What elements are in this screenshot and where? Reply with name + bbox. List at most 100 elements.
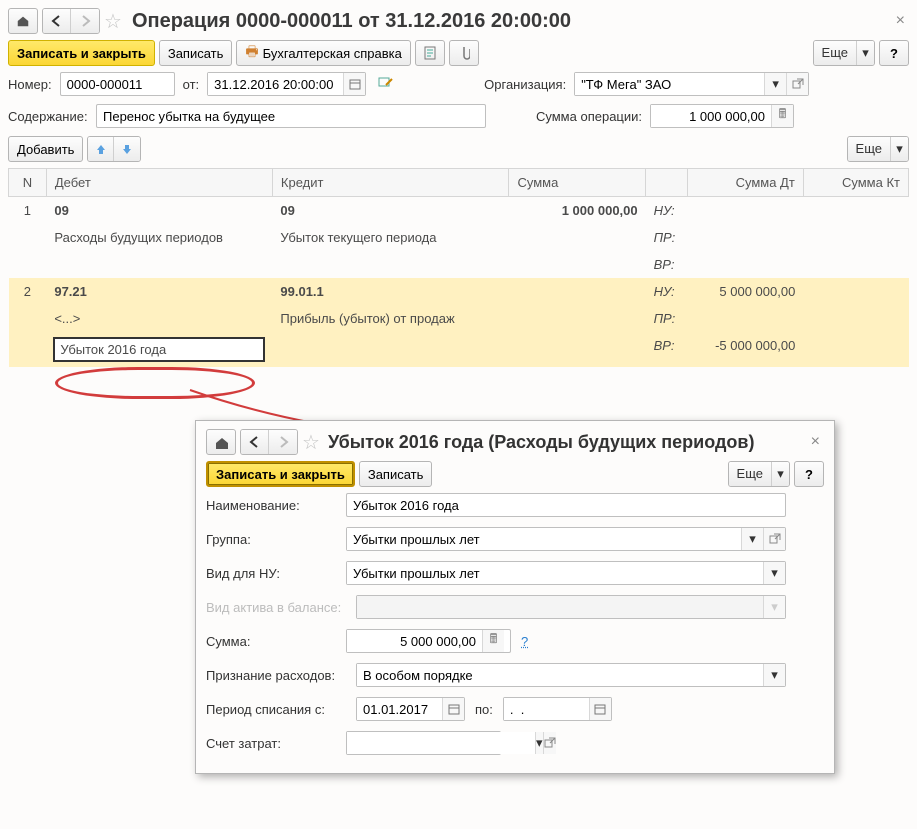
move-down-button[interactable]: [114, 137, 140, 161]
help-button[interactable]: ?: [879, 40, 909, 66]
popup-title: Убыток 2016 года (Расходы будущих период…: [328, 432, 755, 453]
asset-input: [357, 596, 763, 618]
page-title: Операция 0000-000011 от 31.12.2016 20:00…: [132, 10, 571, 33]
nav-forward-button[interactable]: [71, 9, 99, 33]
col-sum[interactable]: Сумма: [509, 169, 646, 197]
recognition-input[interactable]: [357, 664, 763, 686]
op-sum-input[interactable]: [651, 105, 771, 127]
home-icon: [16, 14, 30, 28]
date-to-group: [503, 697, 612, 721]
table-row[interactable]: Расходы будущих периодов Убыток текущего…: [9, 224, 909, 251]
org-dropdown-button[interactable]: ▾: [764, 73, 786, 95]
col-credit[interactable]: Кредит: [272, 169, 509, 197]
arrow-right-icon: [78, 15, 92, 27]
account-open-button[interactable]: [543, 732, 556, 754]
org-label: Организация:: [484, 77, 566, 92]
calendar-icon: [349, 78, 361, 90]
account-input-wrap: ▾: [346, 731, 501, 755]
nav-back-button[interactable]: [43, 9, 71, 33]
open-external-icon: [769, 533, 781, 545]
table-row[interactable]: <...> Прибыль (убыток) от продаж ПР:: [9, 305, 909, 332]
period-label: Период списания с:: [206, 702, 346, 717]
content-input[interactable]: [96, 104, 486, 128]
group-input[interactable]: [347, 528, 741, 550]
table-row[interactable]: 2 97.21 99.01.1 НУ: 5 000 000,00: [9, 278, 909, 305]
asset-input-wrap: ▾: [356, 595, 786, 619]
account-label: Счет затрат:: [206, 736, 336, 751]
content-label: Содержание:: [8, 109, 86, 124]
col-sum-dt[interactable]: Сумма Дт: [688, 169, 804, 197]
recognition-dropdown-button[interactable]: ▾: [763, 664, 785, 686]
nu-kind-input[interactable]: [347, 562, 763, 584]
recognition-input-wrap: ▾: [356, 663, 786, 687]
account-input[interactable]: [347, 732, 535, 754]
popup-forward-button[interactable]: [269, 430, 297, 454]
col-n: N: [9, 169, 47, 197]
popup-calc-button[interactable]: [482, 630, 504, 652]
table-more-dropdown[interactable]: Еще ▾: [847, 136, 909, 162]
date-to-input[interactable]: [504, 698, 589, 720]
highlight-ring: [55, 367, 255, 399]
name-input[interactable]: [346, 493, 786, 517]
table-row[interactable]: 1 09 09 1 000 000,00 НУ:: [9, 197, 909, 225]
main-toolbar: Записать и закрыть Записать Бухгалтерска…: [8, 40, 909, 66]
entries-table: N Дебет Кредит Сумма Сумма Дт Сумма Кт 1…: [8, 168, 909, 367]
recognition-label: Признание расходов:: [206, 668, 346, 683]
group-open-button[interactable]: [763, 528, 785, 550]
popup-help-button[interactable]: ?: [794, 461, 824, 487]
close-button[interactable]: ×: [892, 12, 909, 30]
date-input[interactable]: [208, 73, 343, 95]
sum-label: Сумма:: [206, 634, 336, 649]
popup-back-button[interactable]: [241, 430, 269, 454]
attach-button[interactable]: [449, 40, 479, 66]
group-label: Группа:: [206, 532, 336, 547]
open-external-icon: [544, 737, 556, 749]
edit-icon-button[interactable]: [378, 76, 394, 93]
popup-save-close-button[interactable]: Записать и закрыть: [206, 461, 355, 487]
popup-header: ☆ Убыток 2016 года (Расходы будущих пери…: [206, 429, 824, 455]
date-to-cal-button[interactable]: [589, 698, 611, 720]
paperclip-icon: [458, 46, 470, 60]
focused-cell[interactable]: Убыток 2016 года: [54, 338, 264, 361]
table-row[interactable]: ВР:: [9, 251, 909, 278]
sum-help-link[interactable]: ?: [521, 634, 528, 649]
from-label: от:: [183, 77, 200, 92]
open-external-icon: [792, 78, 804, 90]
nu-kind-label: Вид для НУ:: [206, 566, 336, 581]
group-dropdown-button[interactable]: ▾: [741, 528, 763, 550]
home-button[interactable]: [8, 8, 38, 34]
chevron-down-icon: ▾: [771, 462, 789, 486]
col-debit[interactable]: Дебет: [46, 169, 272, 197]
date-from-input[interactable]: [357, 698, 442, 720]
number-input[interactable]: [60, 72, 175, 96]
arrow-up-icon: [95, 143, 107, 155]
calendar-button[interactable]: [343, 73, 365, 95]
move-up-button[interactable]: [88, 137, 114, 161]
popup-sum-input[interactable]: [347, 630, 482, 652]
account-dropdown-button[interactable]: ▾: [535, 732, 543, 754]
more-dropdown[interactable]: Еще ▾: [813, 40, 875, 66]
save-button[interactable]: Записать: [159, 40, 233, 66]
org-open-button[interactable]: [786, 73, 808, 95]
save-close-button[interactable]: Записать и закрыть: [8, 40, 155, 66]
favorite-star-icon[interactable]: ☆: [104, 9, 122, 34]
date-input-group: [207, 72, 366, 96]
org-input[interactable]: [575, 73, 764, 95]
calendar-icon: [448, 703, 460, 715]
accounting-reference-button[interactable]: Бухгалтерская справка: [236, 40, 410, 66]
popup-save-button[interactable]: Записать: [359, 461, 433, 487]
col-sum-kt[interactable]: Сумма Кт: [803, 169, 908, 197]
pencil-screen-icon: [378, 76, 394, 90]
add-row-button[interactable]: Добавить: [8, 136, 83, 162]
table-row[interactable]: Убыток 2016 года ВР: -5 000 000,00: [9, 332, 909, 367]
calculator-button[interactable]: [771, 105, 793, 127]
asset-label: Вид актива в балансе:: [206, 600, 346, 615]
popup-star-icon[interactable]: ☆: [302, 430, 320, 455]
popup-home-button[interactable]: [206, 429, 236, 455]
popup-close-button[interactable]: ×: [807, 433, 824, 451]
calendar-icon: [594, 703, 606, 715]
document-button[interactable]: [415, 40, 445, 66]
popup-more-dropdown[interactable]: Еще ▾: [728, 461, 790, 487]
date-from-cal-button[interactable]: [442, 698, 464, 720]
nu-kind-dropdown-button[interactable]: ▾: [763, 562, 785, 584]
